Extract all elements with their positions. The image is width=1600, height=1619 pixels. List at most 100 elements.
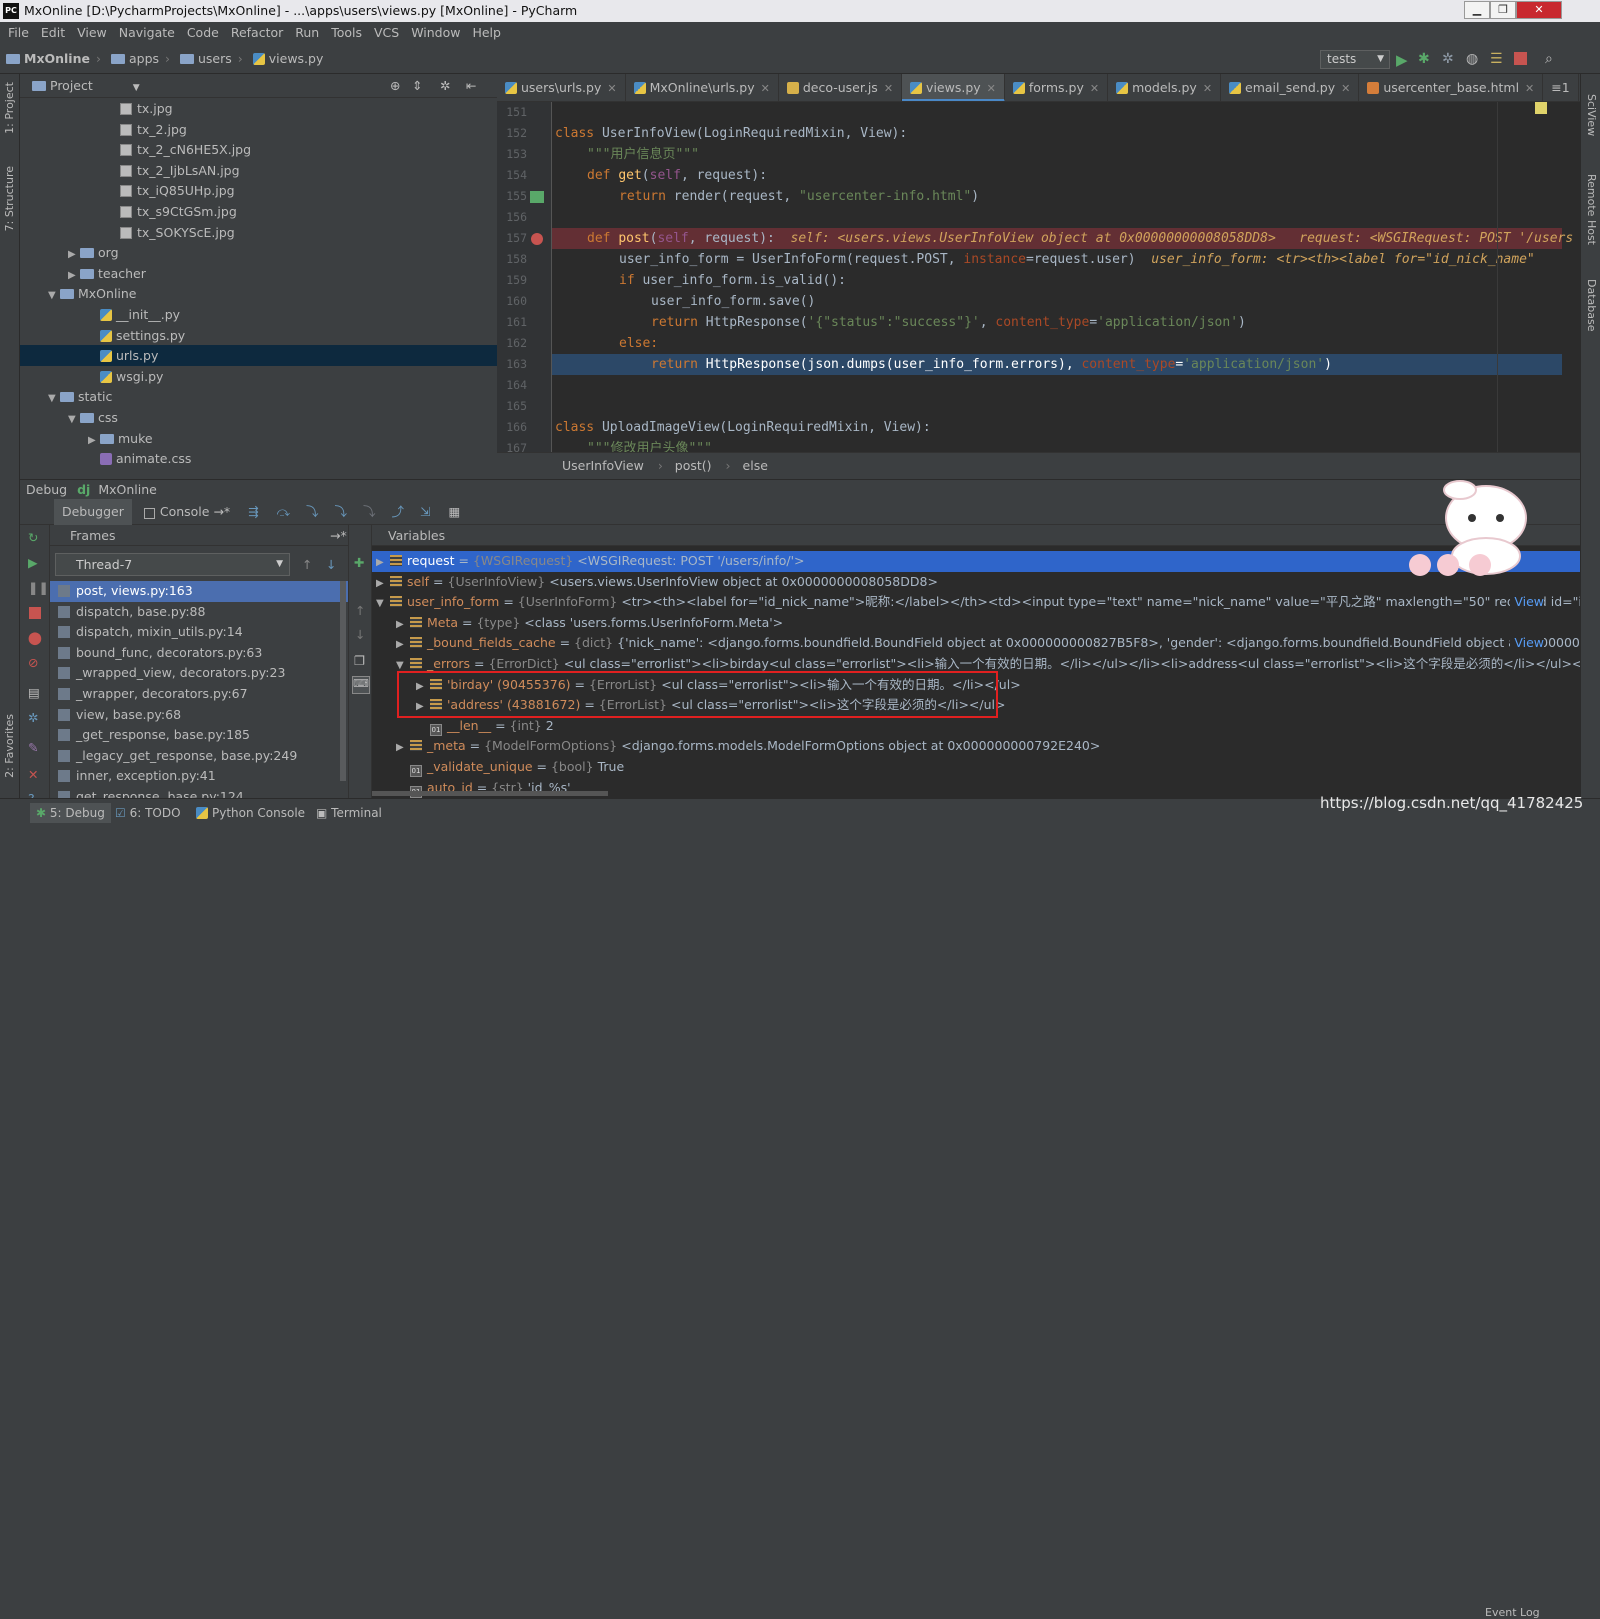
frame-down-icon[interactable]: ↓ xyxy=(326,557,336,572)
nav-apps[interactable]: apps xyxy=(110,44,159,74)
thread-select[interactable]: Thread-7 ▼ xyxy=(55,553,290,576)
coverage-icon[interactable]: ✲ xyxy=(1442,51,1458,67)
menu-edit[interactable]: Edit xyxy=(41,25,65,40)
frames-scrollbar[interactable] xyxy=(340,581,346,781)
sciview-tool-tab[interactable]: SciView xyxy=(1585,94,1598,136)
menu-code[interactable]: Code xyxy=(187,25,219,40)
menu-tools[interactable]: Tools xyxy=(331,25,362,40)
step-into-icon[interactable]: ⤵ xyxy=(306,504,319,519)
menu-vcs[interactable]: VCS xyxy=(374,25,399,40)
chevron-down-icon[interactable]: ▼ xyxy=(133,83,140,93)
project-panel-title[interactable]: Project xyxy=(50,78,93,93)
view-link[interactable]: View xyxy=(1510,592,1544,613)
tree-item[interactable]: tx_s9CtGSm.jpg xyxy=(20,201,237,222)
frame-item[interactable]: dispatch, base.py:88 xyxy=(50,602,348,623)
frame-item[interactable]: view, base.py:68 xyxy=(50,705,348,726)
frame-item[interactable]: inner, exception.py:41 xyxy=(50,766,348,787)
variable-row[interactable]: ▶ _bound_fields_cache = {dict} {'nick_nam… xyxy=(372,633,1580,654)
inspection-status-icon[interactable] xyxy=(1535,102,1547,114)
code-line-161[interactable]: return HttpResponse('{"status":"success"… xyxy=(555,312,1246,333)
menu-refactor[interactable]: Refactor xyxy=(231,25,283,40)
rerun-debug-icon[interactable]: ↻ xyxy=(28,530,38,545)
close-tab-icon[interactable]: ✕ xyxy=(1090,82,1099,95)
tree-item[interactable]: ▶ org xyxy=(20,242,119,263)
variable-row[interactable]: 01 _validate_unique = {bool} True xyxy=(372,757,1580,778)
step-into-my-code-icon[interactable]: ⤵ xyxy=(334,504,347,519)
tree-item[interactable]: tx_iQ85UHp.jpg xyxy=(20,180,235,201)
menu-navigate[interactable]: Navigate xyxy=(119,25,175,40)
close-tab-icon[interactable]: ✕ xyxy=(1203,82,1212,95)
frame-item[interactable]: post, views.py:163 xyxy=(50,581,348,602)
search-icon[interactable]: ⌕ xyxy=(1545,51,1561,67)
code-line-154[interactable]: def get(self, request): xyxy=(555,165,767,186)
evaluate-icon[interactable]: ▦ xyxy=(448,504,460,519)
stop-icon[interactable] xyxy=(1514,52,1527,65)
pin-frames-icon[interactable]: →* xyxy=(330,525,347,546)
tree-item[interactable]: urls.py xyxy=(20,345,497,367)
resume-icon[interactable]: ▶ xyxy=(28,555,38,570)
frame-item[interactable]: _wrapped_view, decorators.py:23 xyxy=(50,663,348,684)
bottom-tab-todo[interactable]: ☑ 6: TODO xyxy=(115,803,181,823)
copy-icon[interactable]: ❐ xyxy=(354,653,365,668)
code-line-166[interactable]: class UploadImageView(LoginRequiredMixin… xyxy=(555,417,931,438)
menu-help[interactable]: Help xyxy=(472,25,501,40)
tree-item[interactable]: tx_SOKYScE.jpg xyxy=(20,222,235,243)
variable-row[interactable]: 01 __len__ = {int} 2 xyxy=(372,716,1580,737)
debug-config-name[interactable]: MxOnline xyxy=(98,482,157,497)
menu-view[interactable]: View xyxy=(77,25,107,40)
frame-up-icon[interactable]: ↑ xyxy=(302,557,312,572)
frame-item[interactable]: dispatch, mixin_utils.py:14 xyxy=(50,622,348,643)
hide-panel-icon[interactable]: ⇤ xyxy=(466,74,476,98)
structure-tool-tab[interactable]: 7: Structure xyxy=(3,166,16,231)
profile-icon[interactable]: ◍ xyxy=(1466,51,1482,67)
close-tab-icon[interactable]: ✕ xyxy=(761,82,770,95)
chevron-right-icon[interactable]: ▶ xyxy=(396,615,410,636)
close-debug-icon[interactable]: ✕ xyxy=(28,767,38,782)
close-window-icon[interactable]: ✕ xyxy=(1516,1,1562,19)
code-line-158[interactable]: user_info_form = UserInfoForm(request.PO… xyxy=(555,249,1535,270)
project-tool-tab[interactable]: 1: Project xyxy=(3,82,16,134)
close-tab-icon[interactable]: ✕ xyxy=(1525,82,1534,95)
menu-file[interactable]: File xyxy=(8,25,29,40)
view-breakpoints-icon[interactable]: ⬤ xyxy=(28,630,42,645)
editor-tab[interactable]: views.py ✕ xyxy=(902,74,1005,101)
tree-item[interactable]: ▶ muke xyxy=(20,428,153,449)
tree-item[interactable]: ▼ MxOnline xyxy=(20,283,137,304)
collapse-icon[interactable]: ⇕ xyxy=(412,74,422,98)
variable-row[interactable]: ▼ user_info_form = {UserInfoForm} <tr><th… xyxy=(372,592,1580,613)
stop-debug-icon[interactable] xyxy=(29,607,41,619)
favorites-tool-tab[interactable]: 2: Favorites xyxy=(3,714,16,778)
tree-item[interactable]: tx_2_IjbLsAN.jpg xyxy=(20,160,240,181)
chevron-right-icon[interactable]: ▶ xyxy=(376,574,390,595)
step-over-icon[interactable]: ⤼ xyxy=(277,504,290,519)
move-up-icon[interactable]: ↑ xyxy=(355,603,365,618)
debug-icon[interactable]: ✱ xyxy=(1418,51,1434,67)
tree-item[interactable]: ▶ teacher xyxy=(20,263,146,284)
bottom-tab-terminal[interactable]: ▣ Terminal xyxy=(316,803,382,823)
frame-item[interactable]: _get_response, base.py:185 xyxy=(50,725,348,746)
show-execution-point-icon[interactable]: ⇶ xyxy=(248,504,258,519)
view-link[interactable]: View xyxy=(1510,633,1544,654)
chevron-right-icon[interactable]: ▶ xyxy=(396,635,410,656)
tree-item[interactable]: wsgi.py xyxy=(20,366,163,387)
code-line-157[interactable]: def post(self, request): self: <users.vi… xyxy=(555,228,1573,249)
chevron-right-icon[interactable]: ▶ xyxy=(376,553,390,574)
editor-tab[interactable]: usercenter_base.html ✕ xyxy=(1359,74,1544,101)
crumb-block[interactable]: else xyxy=(743,458,768,473)
variable-row[interactable]: ▶ _meta = {ModelFormOptions} <django.form… xyxy=(372,736,1580,757)
tab-console[interactable]: Console →* xyxy=(136,499,238,525)
move-down-icon[interactable]: ↓ xyxy=(355,627,365,642)
frame-item[interactable]: bound_func, decorators.py:63 xyxy=(50,643,348,664)
frame-item[interactable]: _wrapper, decorators.py:67 xyxy=(50,684,348,705)
chevron-down-icon[interactable]: ▼ xyxy=(376,594,390,615)
gear-icon[interactable]: ✲ xyxy=(440,74,450,98)
crumb-method[interactable]: post() xyxy=(675,458,712,473)
close-tab-icon[interactable]: ✕ xyxy=(607,82,616,95)
close-tab-icon[interactable]: ✕ xyxy=(1341,82,1350,95)
settings-icon[interactable]: ✲ xyxy=(28,710,38,725)
variable-row[interactable]: ▶ self = {UserInfoView} <users.views.User… xyxy=(372,572,1580,593)
override-marker-icon[interactable] xyxy=(530,191,544,203)
close-tab-icon[interactable]: ✕ xyxy=(987,82,996,95)
variable-row[interactable]: ▶ Meta = {type} <class 'users.forms.UserI… xyxy=(372,613,1580,634)
tree-item[interactable]: tx_2_cN6HE5X.jpg xyxy=(20,139,251,160)
